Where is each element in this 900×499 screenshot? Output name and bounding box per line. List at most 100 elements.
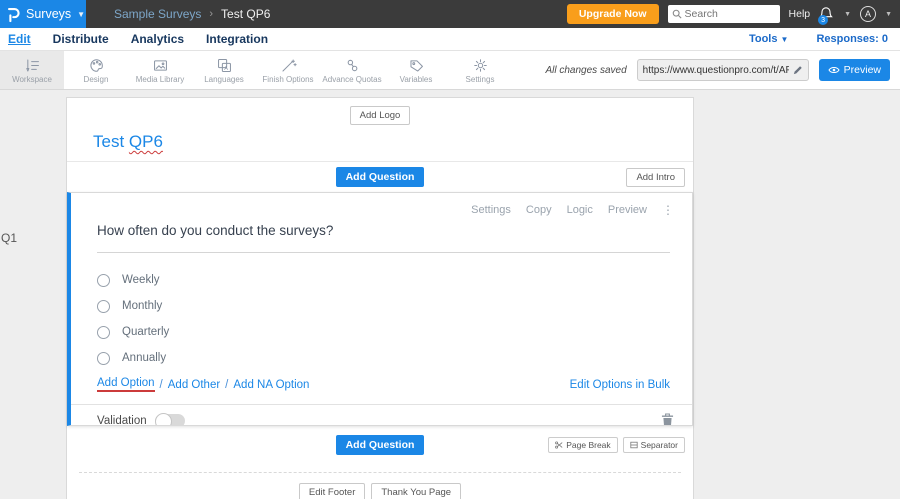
breadcrumb-current: Test QP6 <box>221 7 271 21</box>
survey-title[interactable]: Test QP6 <box>93 132 693 152</box>
toolbar-tab[interactable]: Media Library <box>128 51 192 89</box>
answer-option-row: Weekly <box>97 267 670 293</box>
nav-right: Tools ▼ Responses: 0 <box>749 33 888 45</box>
toolbar-tab[interactable]: Advance Quotas <box>320 51 384 89</box>
svg-text:A: A <box>224 66 228 72</box>
add-na-option-link[interactable]: Add NA Option <box>233 379 309 391</box>
upgrade-now-button[interactable]: Upgrade Now <box>566 4 659 24</box>
validation-toggle[interactable] <box>154 412 185 425</box>
option-label[interactable]: Monthly <box>122 300 162 312</box>
kebab-menu-icon[interactable]: ⋮ <box>662 203 674 217</box>
scissors-icon <box>555 441 563 449</box>
question-action-link[interactable]: Preview <box>608 204 647 216</box>
topbar-right: Upgrade Now Help 3 ▼ A ▼ <box>566 4 900 25</box>
notifications-button[interactable]: 3 <box>818 6 835 25</box>
tools-menu[interactable]: Tools ▼ <box>749 33 789 45</box>
breadcrumb-parent[interactable]: Sample Surveys <box>114 7 201 21</box>
separator-icon <box>630 441 638 449</box>
answer-option-row: Annually <box>97 345 670 371</box>
add-option-link[interactable]: Add Option <box>97 377 155 392</box>
question-action-link[interactable]: Settings <box>471 204 511 216</box>
finish-options-icon <box>280 57 297 74</box>
footer-dashed-divider <box>79 472 681 473</box>
nav-tab[interactable]: Distribute <box>53 32 109 46</box>
radio-icon[interactable] <box>97 273 110 287</box>
responses-count[interactable]: Responses: 0 <box>816 33 888 45</box>
toolbar-tab[interactable]: Settings <box>448 51 512 89</box>
languages-icon: A <box>216 57 233 74</box>
edit-url-pencil-icon[interactable] <box>793 65 803 75</box>
workspace-toolbar: Workspace Design Media Library A Languag… <box>0 51 900 90</box>
notification-count-badge: 3 <box>818 15 829 25</box>
option-label[interactable]: Annually <box>122 352 166 364</box>
delete-question-trash-icon[interactable] <box>661 413 674 425</box>
topbar: Surveys ▼ Sample Surveys › Test QP6 Upgr… <box>0 0 900 28</box>
question-action-link[interactable]: Logic <box>567 204 593 216</box>
breadcrumb: Sample Surveys › Test QP6 <box>114 7 270 21</box>
edit-options-in-bulk-link[interactable]: Edit Options in Bulk <box>570 379 670 391</box>
chevron-down-icon[interactable]: ▼ <box>885 11 892 18</box>
survey-card: Add Logo Test QP6 Add Question Add Intro… <box>66 97 694 499</box>
variables-icon <box>408 57 425 74</box>
thank-you-page-button[interactable]: Thank You Page <box>371 483 462 499</box>
option-label[interactable]: Quarterly <box>122 326 169 338</box>
help-link[interactable]: Help <box>789 8 811 20</box>
question-action-links: Settings Copy Logic Preview <box>471 204 647 216</box>
answer-options-list: Weekly Monthly Quarterly Annually <box>97 267 670 371</box>
question-card: Settings Copy Logic Preview ⋮ How often do … <box>67 192 693 426</box>
search-input[interactable] <box>684 8 771 20</box>
survey-nav: Edit Distribute Analytics Integration Tools… <box>0 28 900 51</box>
survey-url-input[interactable] <box>642 64 789 76</box>
survey-url-box[interactable] <box>636 59 809 81</box>
link-separator: / <box>159 378 163 391</box>
toolbar-tab[interactable]: Design <box>64 51 128 89</box>
nav-tab[interactable]: Analytics <box>131 32 184 46</box>
add-intro-button[interactable]: Add Intro <box>626 167 685 187</box>
radio-icon[interactable] <box>97 325 110 339</box>
add-question-bar-bottom: Add Question Page Break Separator <box>67 430 693 460</box>
radio-icon[interactable] <box>97 299 110 313</box>
insert-controls: Page Break Separator <box>548 437 685 453</box>
validation-row: Validation <box>71 404 692 425</box>
option-label[interactable]: Weekly <box>122 274 160 286</box>
product-switcher-label: Surveys <box>26 7 72 21</box>
design-icon <box>88 57 105 74</box>
toolbar-tab[interactable]: Variables <box>384 51 448 89</box>
search-box[interactable] <box>667 5 780 23</box>
account-menu-button[interactable]: A <box>860 6 877 22</box>
settings-icon <box>472 57 489 74</box>
question-number-label: Q1 <box>1 231 18 245</box>
chevron-down-icon: ▼ <box>77 10 86 19</box>
radio-icon[interactable] <box>97 351 110 365</box>
add-logo-button[interactable]: Add Logo <box>349 106 411 125</box>
nav-tab[interactable]: Integration <box>206 32 268 46</box>
toolbar-tab[interactable]: Finish Options <box>256 51 320 89</box>
toolbar-tab[interactable]: Workspace <box>0 51 64 89</box>
questionpro-app: Surveys ▼ Sample Surveys › Test QP6 Upgr… <box>0 0 900 499</box>
add-question-button[interactable]: Add Question <box>335 435 425 455</box>
question-action-link[interactable]: Copy <box>526 204 552 216</box>
page-break-button[interactable]: Page Break <box>548 437 618 453</box>
add-other-link[interactable]: Add Other <box>168 379 220 391</box>
answer-option-row: Monthly <box>97 293 670 319</box>
advance-quotas-icon <box>344 57 361 74</box>
separator-button[interactable]: Separator <box>622 437 685 453</box>
save-status: All changes saved <box>545 64 627 76</box>
edit-footer-button[interactable]: Edit Footer <box>298 483 366 499</box>
media-library-icon <box>152 57 169 74</box>
survey-title-misspelled-word: QP6 <box>128 132 163 151</box>
chevron-down-icon[interactable]: ▼ <box>844 11 851 18</box>
question-text[interactable]: How often do you conduct the surveys? <box>97 223 670 253</box>
preview-button[interactable]: Preview <box>818 59 890 81</box>
add-question-button[interactable]: Add Question <box>335 167 425 187</box>
toolbar-tab[interactable]: A Languages <box>192 51 256 89</box>
survey-header-section: Add Logo Test QP6 <box>67 98 693 162</box>
questionpro-logo-icon <box>6 6 20 23</box>
option-links-row: Add Option / Add Other / Add NA Option E… <box>97 377 670 392</box>
nav-tab[interactable]: Edit <box>8 32 31 46</box>
question-actions: Settings Copy Logic Preview ⋮ <box>71 193 692 217</box>
breadcrumb-separator-icon: › <box>209 8 214 20</box>
product-switcher[interactable]: Surveys ▼ <box>0 0 86 28</box>
eye-icon <box>828 66 840 74</box>
search-icon <box>672 9 682 19</box>
